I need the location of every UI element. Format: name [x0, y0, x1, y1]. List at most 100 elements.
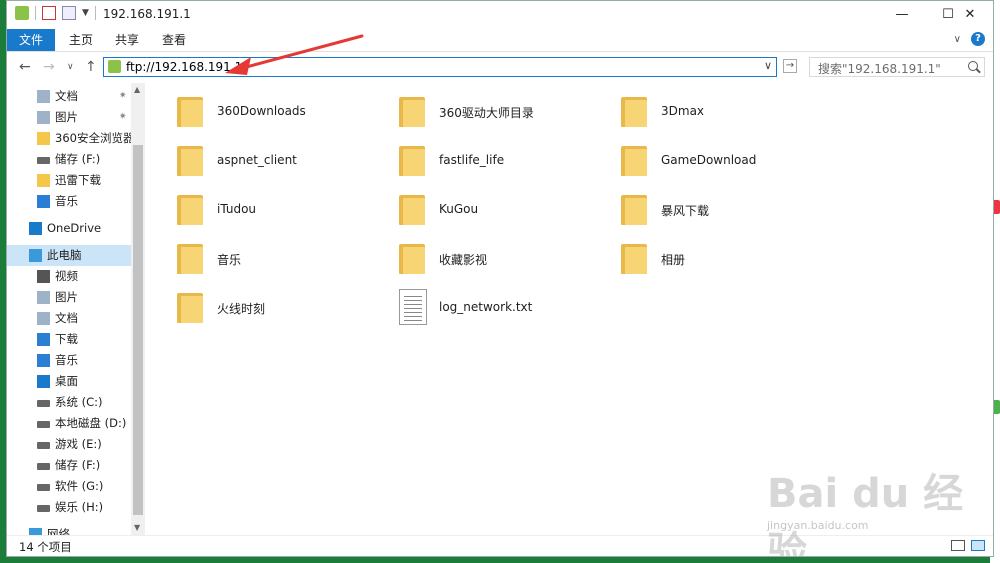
file-name: 火线时刻 [217, 302, 266, 316]
sidebar-item[interactable]: 音乐 [7, 191, 131, 212]
folder-item[interactable]: fastlife_life [399, 142, 599, 182]
search-icon[interactable] [968, 61, 978, 71]
folder-icon [37, 132, 50, 145]
forward-button[interactable]: → [43, 59, 55, 75]
sidebar-item[interactable]: 储存 (F:) [7, 149, 131, 170]
folder-item[interactable]: 火线时刻 [177, 289, 377, 329]
item-count: 14 个项目 [19, 540, 72, 554]
sidebar-item[interactable]: 文档 [7, 308, 131, 329]
folder-item[interactable]: 暴风下载 [621, 191, 821, 231]
scroll-down-icon[interactable]: ▼ [134, 523, 140, 532]
folder-item[interactable]: GameDownload [621, 142, 821, 182]
folder-icon [621, 97, 647, 127]
sidebar-item[interactable]: 桌面 [7, 371, 131, 392]
pin-icon: ✷ [119, 91, 127, 101]
sidebar-item[interactable]: 图片 ✷ [7, 107, 131, 128]
scroll-up-icon[interactable]: ▲ [134, 85, 140, 94]
separator [35, 6, 36, 20]
properties-icon[interactable] [42, 6, 56, 20]
scrollbar-thumb[interactable] [133, 145, 143, 515]
pin-icon: ✷ [119, 112, 127, 122]
sidebar-item-label: 图片 [55, 110, 78, 124]
sidebar-item[interactable]: 下载 [7, 329, 131, 350]
folder-icon [177, 97, 203, 127]
folder-item[interactable]: 360Downloads [177, 93, 377, 133]
sidebar-item[interactable]: 软件 (G:) [7, 476, 131, 497]
navigation-pane: 文档 ✷ 图片 ✷ 360安全浏览器下储存 (F:) 迅雷下载音乐 OneDrive 此电脑视… [7, 83, 145, 538]
folder-icon [399, 97, 425, 127]
file-explorer-window: ▼ 192.168.191.1 — ☐ ✕ 文件 主页 共享 查看 ∨ ? ← … [6, 0, 994, 557]
sidebar-item[interactable]: 音乐 [7, 350, 131, 371]
qat-dropdown-icon[interactable]: ▼ [82, 8, 89, 18]
new-folder-icon[interactable] [62, 6, 76, 20]
ribbon-collapse-icon[interactable]: ∨ [954, 34, 961, 45]
file-list: 360Downloads 360驱动大师目录 3Dmax aspnet_client f… [145, 83, 993, 538]
file-name: aspnet_client [217, 153, 297, 167]
close-button[interactable]: ✕ [947, 1, 993, 29]
computer-icon [29, 249, 42, 262]
folder-icon [177, 293, 203, 323]
sidebar-item[interactable]: 文档 ✷ [7, 86, 131, 107]
address-bar[interactable]: ftp://192.168.191.1 ∨ [103, 57, 777, 77]
folder-item[interactable]: 相册 [621, 240, 821, 280]
sidebar-item[interactable]: 360安全浏览器下 [7, 128, 131, 149]
window-title: 192.168.191.1 [103, 7, 191, 21]
sidebar-item[interactable]: 游戏 (E:) [7, 434, 131, 455]
search-input[interactable]: 搜索"192.168.191.1" [818, 60, 941, 77]
sidebar-item[interactable]: OneDrive [7, 218, 131, 239]
downloads-icon [37, 333, 50, 346]
sidebar-scrollbar[interactable]: ▲ ▼ [131, 83, 145, 538]
minimize-button[interactable]: — [879, 1, 925, 29]
sidebar-item-label: 视频 [55, 269, 78, 283]
folder-icon [621, 146, 647, 176]
sidebar-item-label: OneDrive [47, 221, 102, 235]
file-item[interactable]: log_network.txt [399, 289, 599, 329]
sidebar-item-label: 系统 (C:) [55, 395, 103, 409]
drive-icon [37, 400, 50, 407]
documents-icon [37, 312, 50, 325]
sidebar-item-label: 迅雷下载 [55, 173, 101, 187]
folder-icon [177, 195, 203, 225]
file-name: 360Downloads [217, 104, 306, 118]
file-name: log_network.txt [439, 300, 533, 314]
address-input[interactable]: ftp://192.168.191.1 [126, 60, 242, 74]
up-button[interactable]: ↑ [85, 59, 97, 75]
sidebar-item[interactable]: 迅雷下载 [7, 170, 131, 191]
large-icons-view-icon[interactable] [971, 540, 985, 551]
sidebar-item[interactable]: 视频 [7, 266, 131, 287]
folder-item[interactable]: 3Dmax [621, 93, 821, 133]
folder-item[interactable]: iTudou [177, 191, 377, 231]
search-box[interactable]: 搜索"192.168.191.1" [809, 57, 985, 77]
back-button[interactable]: ← [19, 59, 31, 75]
folder-item[interactable]: 音乐 [177, 240, 377, 280]
go-button[interactable]: → [783, 59, 797, 73]
separator [94, 6, 96, 20]
file-name: GameDownload [661, 153, 757, 167]
folder-item[interactable]: 360驱动大师目录 [399, 93, 599, 133]
sidebar-item[interactable]: 本地磁盘 (D:) [7, 413, 131, 434]
help-icon[interactable]: ? [971, 32, 985, 46]
sidebar-item[interactable]: 此电脑 [7, 245, 131, 266]
folder-item[interactable]: 收藏影视 [399, 240, 599, 280]
text-file-icon [399, 289, 427, 325]
sidebar-item[interactable]: 储存 (F:) [7, 455, 131, 476]
sidebar-item-label: 本地磁盘 (D:) [55, 416, 127, 430]
details-view-icon[interactable] [951, 540, 965, 551]
tab-view[interactable]: 查看 [162, 29, 186, 51]
folder-item[interactable]: aspnet_client [177, 142, 377, 182]
sidebar-item[interactable]: 图片 [7, 287, 131, 308]
sidebar-item[interactable]: 系统 (C:) [7, 392, 131, 413]
tab-share[interactable]: 共享 [115, 29, 139, 51]
recent-locations-button[interactable]: ∨ [67, 62, 74, 72]
tab-home[interactable]: 主页 [69, 29, 93, 51]
documents-icon [37, 90, 50, 103]
music-icon [37, 354, 50, 367]
drive-icon [37, 421, 50, 428]
address-dropdown-icon[interactable]: ∨ [764, 59, 772, 72]
quick-access-toolbar: ▼ [15, 6, 96, 20]
tab-file[interactable]: 文件 [7, 29, 55, 51]
folder-icon [621, 195, 647, 225]
sidebar-item[interactable]: 娱乐 (H:) [7, 497, 131, 518]
folder-icon [177, 146, 203, 176]
folder-item[interactable]: KuGou [399, 191, 599, 231]
